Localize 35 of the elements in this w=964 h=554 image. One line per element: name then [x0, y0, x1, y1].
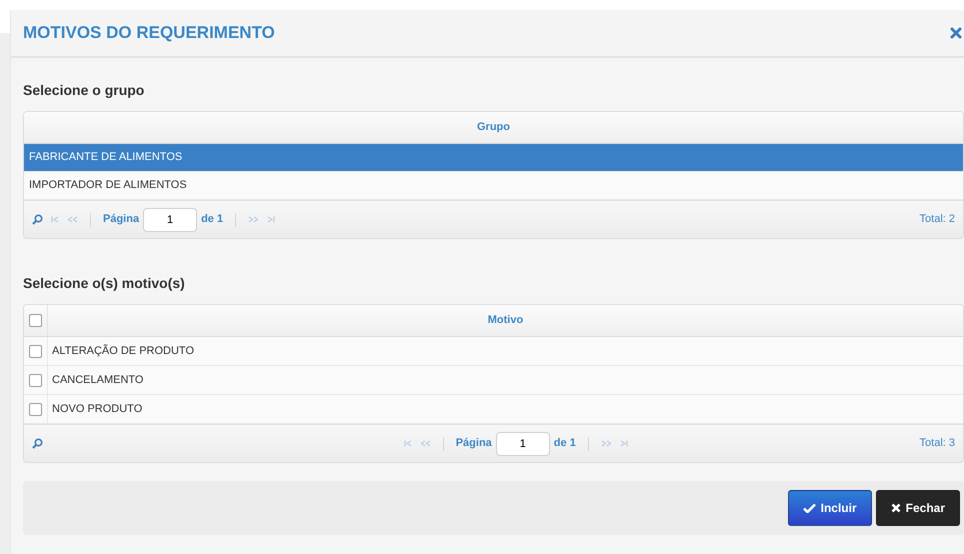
- page-label: Página: [456, 436, 492, 452]
- first-page-icon[interactable]: [51, 216, 59, 223]
- checkbox[interactable]: [29, 314, 42, 327]
- page-count: de 1: [554, 436, 576, 452]
- page-field[interactable]: 1: [143, 208, 198, 232]
- total-count: Total: 2: [920, 212, 955, 228]
- page-count: de 1: [201, 212, 224, 228]
- close-icon: [890, 503, 901, 513]
- total-count: Total: 3: [920, 436, 955, 452]
- page-field[interactable]: 1: [496, 432, 550, 456]
- check-icon: [802, 503, 816, 513]
- close-button[interactable]: Fechar: [876, 490, 960, 526]
- section-heading: Selecione o(s) motivo(s): [23, 274, 186, 293]
- section-heading: Selecione o grupo: [23, 81, 146, 100]
- reason-label: NOVO PRODUTO: [51, 402, 142, 417]
- column-header[interactable]: Grupo: [24, 112, 963, 144]
- next-page-icon[interactable]: [600, 440, 612, 447]
- last-page-icon[interactable]: [267, 216, 276, 223]
- next-page-icon[interactable]: [248, 216, 260, 223]
- include-button[interactable]: Incluir: [788, 490, 872, 526]
- reason-label: ALTERAÇÃO DE PRODUTO: [51, 343, 194, 359]
- previous-page-icon[interactable]: [67, 216, 78, 223]
- search-icon[interactable]: [32, 438, 43, 449]
- checkbox[interactable]: [29, 402, 42, 416]
- checkbox[interactable]: [29, 374, 42, 386]
- group-row[interactable]: FABRICANTE DE ALIMENTOS: [24, 144, 963, 172]
- close-icon[interactable]: [950, 27, 962, 39]
- page-label: Página: [103, 212, 140, 228]
- first-page-icon[interactable]: [404, 440, 412, 447]
- reason-label: CANCELAMENTO: [51, 372, 144, 388]
- previous-page-icon[interactable]: [420, 440, 431, 447]
- last-page-icon[interactable]: [620, 440, 628, 447]
- dialog-title: MOTIVOS DO REQUERIMENTO: [23, 22, 275, 44]
- checkbox[interactable]: [29, 344, 42, 358]
- search-icon[interactable]: [32, 214, 43, 225]
